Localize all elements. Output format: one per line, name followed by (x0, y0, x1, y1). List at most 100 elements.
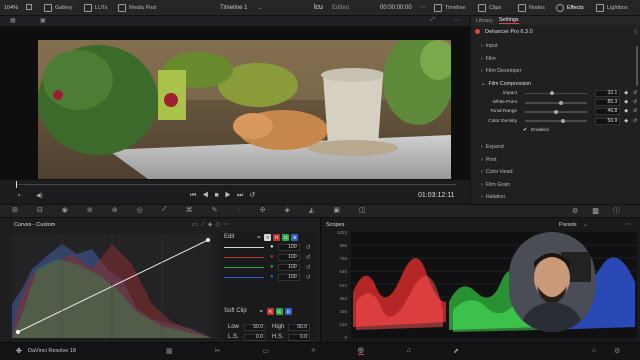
slider-impact[interactable]: Impact 32.1 ◆ ↺ (471, 89, 637, 98)
slider-tonal-range[interactable]: Tonal Range 46.8 ◆ ↺ (471, 107, 637, 116)
settings-icon[interactable]: ⚙ (614, 347, 620, 355)
tracker-icon[interactable]: ✣ (260, 206, 266, 214)
softclip-r-chip[interactable]: R (266, 307, 274, 315)
sizing-icon[interactable]: ◫ (359, 206, 366, 214)
edit-page-icon[interactable]: ▭ (263, 347, 270, 355)
reset-icon[interactable]: ↺ (306, 264, 311, 271)
high-value[interactable]: 50.0 (288, 323, 310, 331)
scopes-icon[interactable]: ▥ (592, 207, 599, 215)
slider-value[interactable]: 56.9 (595, 117, 621, 125)
expand-icon[interactable]: ⤢ (430, 17, 435, 24)
slider-value[interactable]: 85.3 (595, 99, 621, 107)
magic-mask-icon[interactable]: ◈ (285, 206, 290, 214)
menu-icon[interactable]: ⋯ (420, 4, 426, 11)
section-color-head[interactable]: › Color Head (471, 166, 637, 179)
tab-clips[interactable]: Clips (478, 0, 501, 16)
deliver-page-icon[interactable]: ⬈ (453, 347, 459, 355)
scope-mode-select[interactable]: Parade (559, 222, 577, 228)
low-value[interactable]: 50.0 (244, 323, 266, 331)
playhead-icon[interactable]: ▣ (40, 17, 46, 24)
keyframe-icon[interactable]: ◆ (624, 119, 628, 124)
reset-icon[interactable]: ↺ (633, 119, 637, 124)
color-wheels-icon[interactable]: ◉ (62, 206, 68, 214)
zoom-level[interactable]: 104% (4, 5, 18, 11)
hdr-icon[interactable]: ⊕ (87, 206, 93, 214)
slider-value[interactable]: 46.8 (595, 108, 621, 116)
reset-icon[interactable]: ↺ (633, 91, 637, 96)
plugin-toggle-icon[interactable] (475, 29, 480, 34)
section-expand[interactable]: › Expand (471, 141, 637, 154)
reset-icon[interactable]: ↺ (306, 274, 311, 281)
reset-icon[interactable]: ↺ (306, 254, 311, 261)
tab-timeline[interactable]: Timeline (434, 0, 466, 16)
keyframe-icon[interactable]: ◆ (624, 100, 628, 105)
timeline-selector[interactable]: Timeline 1 (220, 5, 247, 11)
link-icon[interactable]: ⚭ (259, 308, 264, 315)
slider-knob[interactable] (550, 91, 555, 96)
scrollbar[interactable] (636, 46, 638, 86)
keyframe-icon[interactable]: ◆ (624, 91, 628, 96)
curve-options-icons[interactable]: ▭⟋◈◇⋯ (192, 221, 232, 229)
media-page-icon[interactable]: ▦ (166, 347, 173, 355)
audio-meter-icon[interactable]: ◔ (16, 191, 21, 200)
tab-library[interactable]: Library (476, 18, 493, 24)
blur-icon[interactable]: ◭ (309, 206, 314, 214)
chevron-down-icon[interactable]: ⌄ (583, 221, 588, 228)
color-warper-icon[interactable]: ⌘ (186, 206, 193, 214)
home-icon[interactable]: ⌂ (592, 347, 596, 354)
section-film-developer[interactable]: › Film Developer (471, 65, 637, 78)
curves-icon[interactable]: ⟋ (162, 206, 167, 214)
tab-gallery[interactable]: Gallery (44, 0, 72, 16)
tab-nodes[interactable]: Nodes (518, 0, 545, 16)
tab-media-pool[interactable]: Media Pool (118, 0, 157, 16)
playback-controls[interactable]: ⏮◀■▶⏭↺ (190, 191, 261, 200)
enabled-checkbox[interactable]: ✔ Enabled (523, 126, 637, 135)
options-icon[interactable]: ⋯ (454, 17, 460, 24)
trash-icon[interactable]: ▯ (634, 29, 637, 35)
slider-knob[interactable] (554, 109, 559, 114)
section-film-grain[interactable]: › Film Grain (471, 179, 637, 192)
fusion-page-icon[interactable]: ⟡ (311, 347, 316, 355)
slider-track[interactable] (525, 109, 588, 114)
tab-lightbox[interactable]: Lightbox (596, 0, 628, 16)
slider-value[interactable]: 32.1 (595, 90, 621, 98)
slider-color-density[interactable]: Color Density 56.9 ◆ ↺ (471, 117, 637, 126)
link-icon[interactable]: ⚭ (256, 234, 261, 241)
channel-r-value[interactable]: 100 (277, 253, 300, 261)
timeline-scrubber[interactable] (16, 184, 456, 185)
channel-b-value[interactable]: 100 (277, 273, 300, 281)
scope-options-icon[interactable]: ⋯ (625, 221, 631, 228)
slider-track[interactable] (525, 91, 588, 96)
slider-track[interactable] (525, 118, 588, 123)
layout-icon[interactable] (26, 4, 32, 10)
camera-raw-icon[interactable]: ⊞ (12, 206, 18, 214)
rgb-mixer-icon[interactable]: ⊗ (112, 206, 118, 214)
tab-luts[interactable]: LUTs (84, 0, 108, 16)
chevron-down-icon[interactable]: ⌄ (258, 5, 262, 11)
section-film[interactable]: › Film (471, 53, 637, 66)
softclip-g-chip[interactable]: G (275, 307, 283, 315)
section-halation[interactable]: › Halation (471, 191, 637, 204)
channel-g-chip[interactable]: G (282, 233, 290, 241)
channel-g-value[interactable]: 100 (277, 263, 300, 271)
window-icon[interactable]: ◌ (237, 207, 241, 214)
motion-effects-icon[interactable]: ◎ (137, 206, 143, 214)
slider-knob[interactable] (561, 118, 566, 123)
ls-value[interactable]: 0.0 (244, 333, 266, 341)
slider-knob[interactable] (559, 100, 564, 105)
reset-icon[interactable]: ↺ (633, 109, 637, 114)
tab-effects[interactable]: Effects (556, 0, 584, 16)
keyframe-icon[interactable]: ◆ (624, 109, 628, 114)
curve-graph[interactable] (12, 234, 212, 338)
channel-b-chip[interactable]: B (291, 233, 299, 241)
volume-icon[interactable]: ◀) (36, 192, 43, 199)
reset-icon[interactable]: ↺ (306, 244, 311, 251)
grid-view-icon[interactable]: ▦ (10, 17, 16, 24)
slider-track[interactable] (525, 100, 588, 105)
playhead[interactable] (16, 181, 17, 188)
qualifier-icon[interactable]: ✎ (212, 206, 218, 214)
reset-icon[interactable]: ↺ (633, 100, 637, 105)
tab-settings[interactable]: Settings (498, 17, 519, 24)
softclip-b-chip[interactable]: B (284, 307, 292, 315)
fairlight-page-icon[interactable]: ♫ (406, 347, 411, 354)
